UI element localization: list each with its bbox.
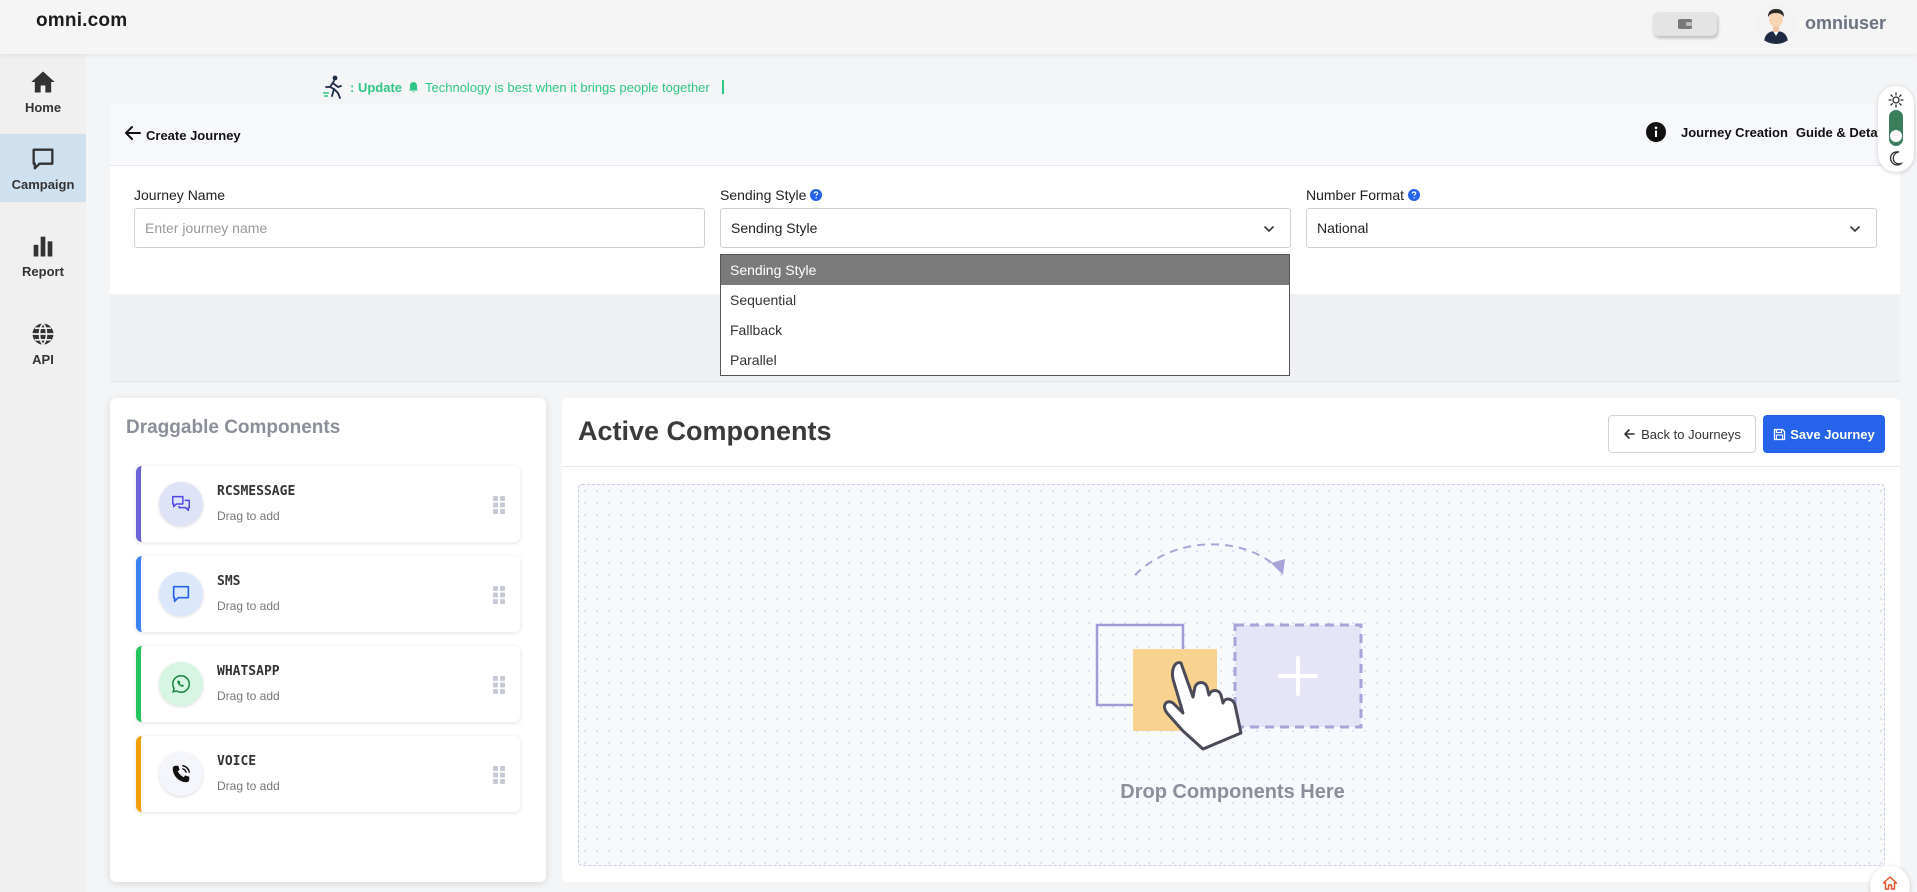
bar-chart-icon	[33, 236, 53, 256]
component-name: WHATSAPP	[217, 664, 280, 679]
drag-handle-icon[interactable]	[492, 675, 506, 695]
component-icon	[159, 752, 203, 796]
sidebar-item-label: API	[32, 351, 54, 367]
sun-icon[interactable]	[1888, 92, 1904, 108]
running-person-icon	[323, 75, 342, 99]
chat-icon	[32, 148, 54, 169]
message-square-icon	[172, 585, 190, 603]
number-format-select[interactable]: National	[1306, 208, 1877, 248]
drag-handle-icon[interactable]	[492, 585, 506, 605]
drag-drop-illustration-icon	[1095, 543, 1363, 751]
dropdown-option[interactable]: Sequential	[721, 285, 1289, 315]
journey-name-input[interactable]	[134, 208, 705, 248]
sidebar-item-campaign[interactable]: Campaign	[0, 134, 86, 202]
dropdown-option[interactable]: Fallback	[721, 315, 1289, 345]
page-title: Create Journey	[146, 128, 241, 143]
guide-part1: Journey Creation	[1681, 125, 1788, 140]
component-icon	[159, 482, 203, 526]
back-to-journeys-label: Back to Journeys	[1641, 426, 1741, 442]
component-hint: Drag to add	[217, 509, 280, 523]
toggle-switch[interactable]	[1889, 110, 1903, 146]
update-ticker: : Update Technology is best when it brin…	[322, 74, 724, 100]
sidebar-item-label: Campaign	[11, 176, 75, 192]
journey-header: Create Journey Journey Creation Guide & D…	[110, 104, 1900, 166]
globe-icon	[32, 322, 54, 345]
component-card-voice[interactable]: VOICE Drag to add	[136, 736, 520, 812]
chat-bubbles-icon	[172, 495, 190, 512]
chevron-down-icon	[1264, 226, 1274, 233]
whatsapp-icon	[172, 675, 190, 693]
save-icon	[1774, 428, 1786, 440]
component-name: VOICE	[217, 754, 257, 769]
journey-name-label: Journey Name	[134, 187, 225, 203]
journey-name-label-text: Journey Name	[134, 187, 226, 203]
sending-style-select[interactable]: Sending Style	[720, 208, 1291, 248]
top-bar: omni.com omniuser	[0, 0, 1917, 54]
active-panel: Active Components Back to Journeys Save …	[562, 398, 1900, 882]
theme-toggle[interactable]	[1878, 86, 1914, 172]
home-icon	[1882, 876, 1898, 890]
number-format-value: National	[1317, 220, 1369, 236]
component-hint: Drag to add	[217, 599, 280, 613]
ticker-message: Technology is best when it brings people…	[425, 79, 710, 95]
dropdown-option[interactable]: Sending Style	[721, 255, 1289, 285]
sending-style-label: Sending Style	[720, 187, 823, 203]
component-card-whatsapp[interactable]: WHATSAPP Drag to add	[136, 646, 520, 722]
bell-icon	[409, 82, 418, 93]
home-shortcut-button[interactable]	[1870, 866, 1910, 892]
wallet-icon	[1678, 19, 1692, 29]
component-icon	[159, 572, 203, 616]
ticker-prefix: : Update	[350, 79, 402, 95]
back-arrow-icon[interactable]	[124, 124, 142, 142]
drop-zone[interactable]: Drop Components Here	[578, 484, 1885, 866]
draggable-title: Draggable Components	[126, 417, 341, 438]
component-icon	[159, 662, 203, 706]
sidebar: Home Campaign Report API	[0, 54, 86, 892]
divider	[562, 466, 1900, 467]
avatar[interactable]	[1755, 2, 1797, 44]
phone-icon	[172, 765, 190, 783]
username[interactable]: omniuser	[1805, 13, 1886, 34]
component-name: RCSMESSAGE	[217, 484, 296, 499]
component-card-sms[interactable]: SMS Drag to add	[136, 556, 520, 632]
back-to-journeys-button[interactable]: Back to Journeys	[1608, 415, 1756, 453]
guide-link[interactable]: Journey Creation Guide & Details	[1681, 125, 1900, 140]
drop-hint-text: Drop Components Here	[1120, 781, 1345, 803]
drag-handle-icon[interactable]	[492, 495, 506, 515]
component-hint: Drag to add	[217, 779, 280, 793]
sending-style-label-text: Sending Style	[720, 187, 807, 203]
user-avatar-icon	[1755, 2, 1797, 44]
save-journey-button[interactable]: Save Journey	[1763, 415, 1885, 453]
help-icon[interactable]	[810, 189, 823, 201]
dropdown-option[interactable]: Parallel	[721, 345, 1289, 375]
active-title: Active Components	[578, 416, 832, 446]
sidebar-item-report[interactable]: Report	[0, 220, 86, 290]
sidebar-item-label: Report	[22, 263, 64, 279]
number-format-label: Number Format	[1306, 187, 1421, 203]
arrow-left-icon	[1624, 429, 1635, 439]
wallet-button[interactable]	[1653, 12, 1717, 36]
info-icon[interactable]	[1646, 122, 1666, 142]
drag-handle-icon[interactable]	[492, 765, 506, 785]
component-hint: Drag to add	[217, 689, 280, 703]
sidebar-item-label: Home	[24, 99, 62, 115]
sending-style-dropdown: Sending Style Sequential Fallback Parall…	[720, 254, 1290, 376]
chevron-down-icon	[1850, 226, 1860, 233]
toggle-knob	[1890, 130, 1902, 142]
sidebar-item-api[interactable]: API	[0, 308, 86, 378]
component-name: SMS	[217, 574, 241, 589]
moon-icon[interactable]	[1888, 150, 1904, 166]
sidebar-item-home[interactable]: Home	[0, 56, 86, 126]
sending-style-value: Sending Style	[731, 220, 818, 236]
component-card-rcsmessage[interactable]: RCSMESSAGE Drag to add	[136, 466, 520, 542]
number-format-label-text: Number Format	[1306, 187, 1405, 203]
save-journey-label: Save Journey	[1790, 426, 1875, 442]
home-icon	[31, 71, 55, 92]
ticker-cursor	[721, 80, 724, 94]
help-icon[interactable]	[1408, 189, 1421, 201]
app-logo[interactable]: omni.com	[36, 10, 127, 32]
draggable-panel: Draggable Components RCSMESSAGE Drag to …	[110, 398, 546, 882]
